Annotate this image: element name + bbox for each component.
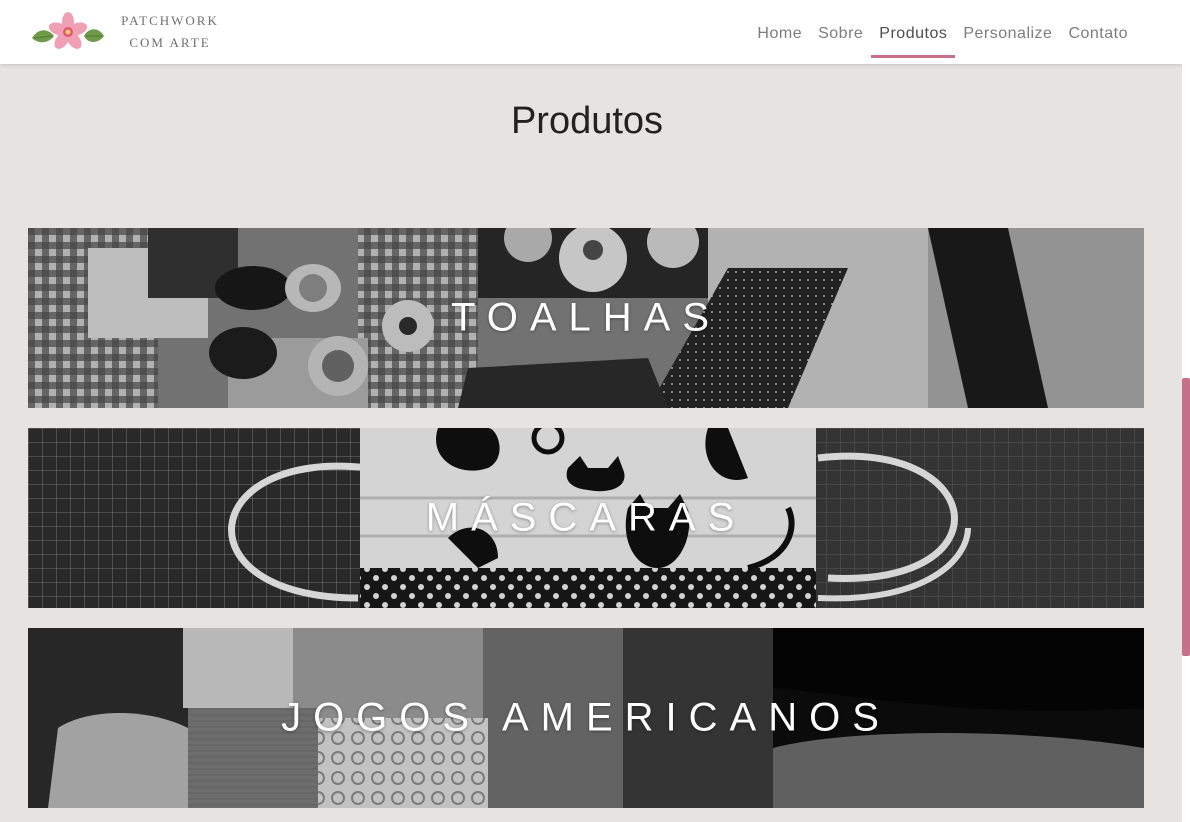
- category-label-mascaras: MÁSCARAS: [425, 495, 747, 540]
- brand-line-1: PATCHWORK: [121, 13, 219, 28]
- main-nav: Home Sobre Produtos Personalize Contato: [749, 0, 1136, 64]
- scrollbar[interactable]: [1182, 0, 1190, 822]
- page-title: Produtos: [510, 100, 664, 142]
- navbar: PATCHWORK COM ARTE Home Sobre Produtos P…: [0, 0, 1182, 64]
- nav-contato[interactable]: Contato: [1060, 0, 1136, 58]
- category-banner-jogos-americanos[interactable]: JOGOS AMERICANOS: [28, 628, 1144, 808]
- nav-sobre[interactable]: Sobre: [810, 0, 871, 58]
- nav-home[interactable]: Home: [749, 0, 810, 58]
- nav-produtos[interactable]: Produtos: [871, 0, 956, 58]
- flower-icon: [32, 12, 104, 49]
- brand-line-2: COM ARTE: [129, 35, 211, 50]
- scrollbar-thumb[interactable]: [1182, 378, 1190, 656]
- category-label-jogos-americanos: JOGOS AMERICANOS: [281, 695, 891, 740]
- category-banner-toalhas[interactable]: TOALHAS: [28, 228, 1144, 408]
- brand-logo-link[interactable]: PATCHWORK COM ARTE: [28, 6, 228, 58]
- brand-name: PATCHWORK COM ARTE: [110, 10, 230, 54]
- category-label-toalhas: TOALHAS: [451, 295, 721, 340]
- nav-personalize[interactable]: Personalize: [955, 0, 1060, 58]
- category-banner-mascaras[interactable]: MÁSCARAS: [28, 428, 1144, 608]
